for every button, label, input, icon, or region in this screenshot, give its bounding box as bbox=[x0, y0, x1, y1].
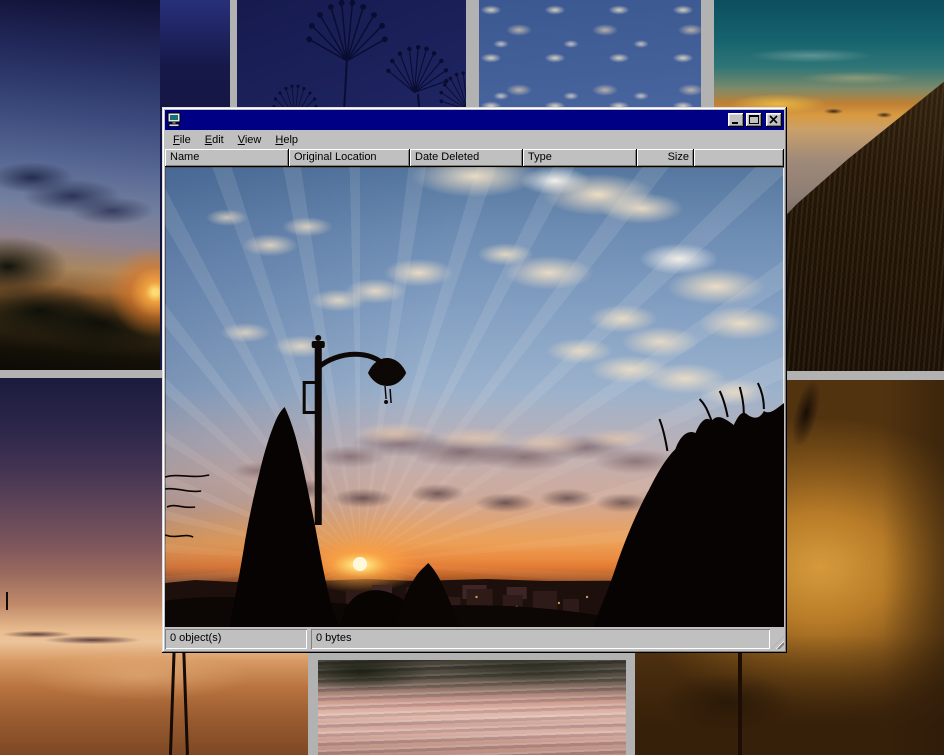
file-list-area[interactable] bbox=[165, 167, 784, 627]
lamp-head bbox=[368, 358, 406, 386]
column-header-type[interactable]: Type bbox=[523, 149, 637, 167]
lake-stick bbox=[6, 592, 8, 610]
column-header-date-deleted[interactable]: Date Deleted bbox=[410, 149, 523, 167]
collage-gap bbox=[0, 370, 162, 378]
sun-disc bbox=[353, 557, 367, 571]
column-header-size[interactable]: Size bbox=[637, 149, 694, 167]
column-header-empty[interactable] bbox=[694, 149, 784, 167]
minimize-button[interactable] bbox=[728, 113, 744, 127]
menubar: File Edit View Help bbox=[165, 130, 784, 149]
menu-help[interactable]: Help bbox=[268, 132, 305, 148]
statusbar: 0 object(s) 0 bytes bbox=[165, 629, 784, 649]
left-twigs bbox=[165, 475, 209, 537]
close-icon bbox=[766, 113, 782, 127]
minimize-icon bbox=[728, 113, 744, 127]
maximize-button[interactable] bbox=[746, 113, 762, 127]
status-objects-panel: 0 object(s) bbox=[165, 629, 307, 649]
menu-edit[interactable]: Edit bbox=[198, 132, 231, 148]
titlebar[interactable] bbox=[165, 110, 784, 130]
right-trees bbox=[593, 403, 784, 627]
desktop-photo-sunset-rays bbox=[0, 0, 160, 370]
status-bytes-text: 0 bytes bbox=[316, 632, 351, 644]
lake-pole bbox=[169, 638, 176, 755]
cypress-tree bbox=[229, 407, 340, 627]
sunset-silhouettes bbox=[165, 167, 784, 627]
menu-file[interactable]: File bbox=[166, 132, 198, 148]
resize-grip[interactable] bbox=[771, 636, 784, 649]
recycle-bin-window: File Edit View Help Name Original Locati… bbox=[162, 107, 787, 653]
column-header-original-location[interactable]: Original Location bbox=[289, 149, 410, 167]
desktop-photo-water-reflections bbox=[318, 660, 626, 755]
maximize-icon bbox=[746, 113, 762, 127]
status-bytes-panel: 0 bytes bbox=[311, 629, 770, 649]
menu-view[interactable]: View bbox=[231, 132, 269, 148]
lake-pole bbox=[182, 644, 189, 755]
lamp-fitting-dot bbox=[384, 400, 388, 404]
status-objects-text: 0 object(s) bbox=[170, 632, 221, 644]
collage-gap bbox=[787, 371, 944, 380]
computer-icon[interactable] bbox=[167, 112, 183, 128]
column-headers: Name Original Location Date Deleted Type… bbox=[165, 149, 784, 167]
close-button[interactable] bbox=[766, 113, 782, 127]
column-header-name[interactable]: Name bbox=[165, 149, 289, 167]
